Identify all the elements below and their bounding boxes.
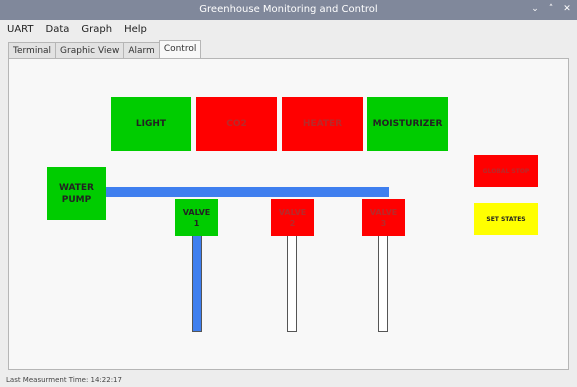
global-stop-button[interactable]: GLOBAL STOP (474, 155, 538, 187)
valve-1-toggle[interactable]: VALVE 1 (175, 199, 218, 236)
menu-help[interactable]: Help (119, 24, 152, 35)
valve-2-toggle[interactable]: VALVE 2 (271, 199, 314, 236)
window-controls: ⌄ ˄ ✕ (529, 3, 573, 15)
valve-3-pipe (378, 229, 388, 332)
tab-bar: Terminal Graphic View Alarm Control (8, 40, 202, 59)
menu-data[interactable]: Data (41, 24, 75, 35)
menu-uart[interactable]: UART (2, 24, 39, 35)
status-bar-text: Last Measurment Time: 14:22:17 (6, 376, 122, 384)
valve-1-pipe (192, 229, 202, 332)
moisturizer-toggle[interactable]: MOISTURIZER (367, 97, 448, 151)
control-panel: LIGHT CO2 HEATER MOISTURIZER WATER PUMP … (8, 58, 569, 370)
light-toggle[interactable]: LIGHT (111, 97, 191, 151)
menu-bar: UART Data Graph Help (0, 20, 577, 38)
heater-toggle[interactable]: HEATER (282, 97, 363, 151)
valve-2-pipe (287, 229, 297, 332)
title-bar: Greenhouse Monitoring and Control ⌄ ˄ ✕ (0, 0, 577, 20)
tab-alarm[interactable]: Alarm (123, 42, 160, 59)
minimize-icon[interactable]: ⌄ (529, 3, 541, 15)
main-water-pipe (105, 187, 389, 197)
water-pump-toggle[interactable]: WATER PUMP (47, 167, 106, 220)
maximize-icon[interactable]: ˄ (545, 3, 557, 15)
set-states-button[interactable]: SET STATES (474, 203, 538, 235)
valve-3-toggle[interactable]: VALVE 3 (362, 199, 405, 236)
tab-terminal[interactable]: Terminal (8, 42, 57, 59)
co2-toggle[interactable]: CO2 (196, 97, 277, 151)
tab-graphic-view[interactable]: Graphic View (55, 42, 125, 59)
window-title: Greenhouse Monitoring and Control (199, 4, 378, 15)
close-icon[interactable]: ✕ (561, 3, 573, 15)
tab-control[interactable]: Control (158, 40, 202, 59)
menu-graph[interactable]: Graph (76, 24, 117, 35)
